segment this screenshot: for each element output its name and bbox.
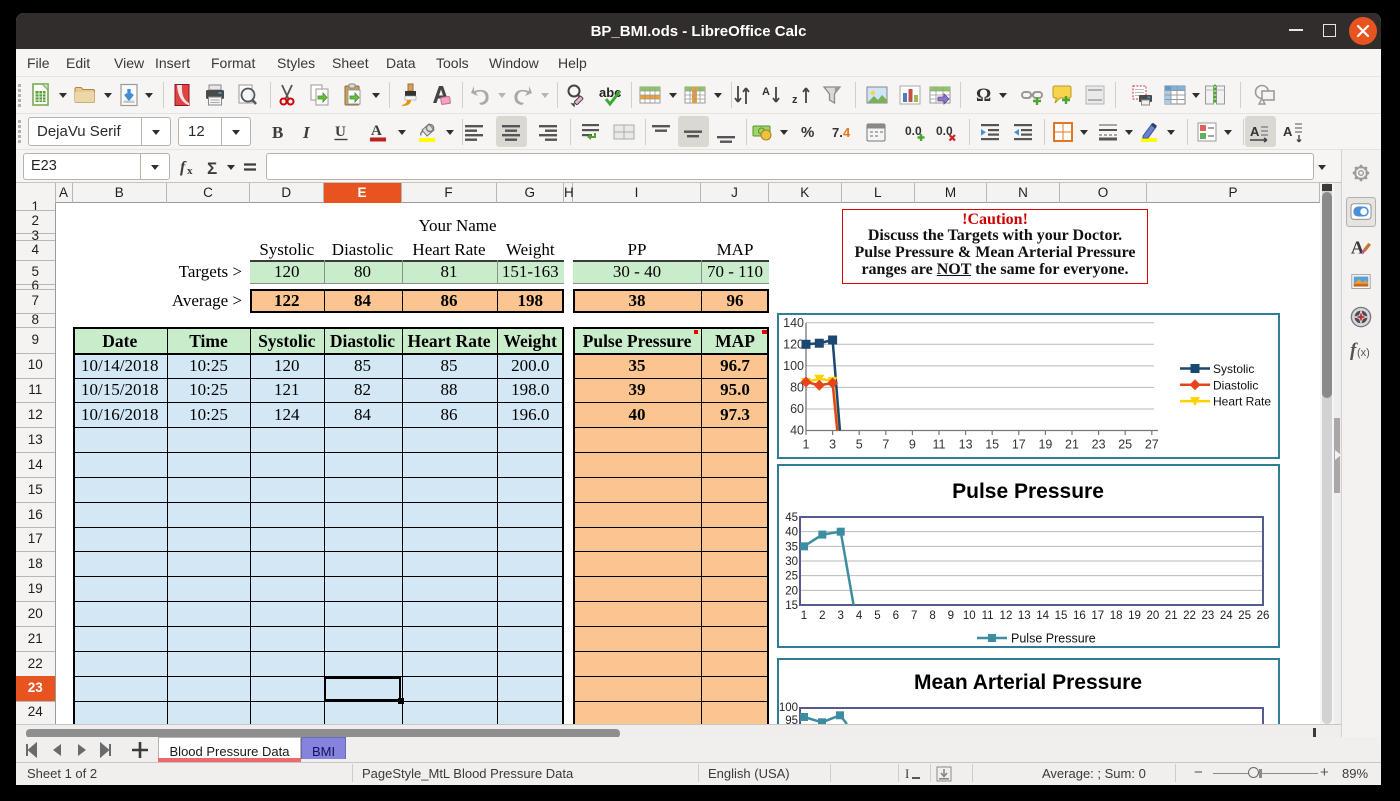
svg-text:Ω: Ω	[976, 85, 991, 106]
svg-text:A: A	[762, 86, 770, 98]
svg-text:Systolic: Systolic	[1213, 362, 1254, 376]
svg-text:15: 15	[985, 438, 999, 452]
svg-text:100: 100	[779, 702, 798, 714]
svg-text:13: 13	[959, 438, 973, 452]
svg-text:12: 12	[1000, 610, 1013, 622]
svg-text:25: 25	[1238, 610, 1251, 622]
svg-text:23: 23	[1202, 610, 1215, 622]
svg-text:Heart Rate: Heart Rate	[1213, 395, 1271, 409]
svg-text:21: 21	[1065, 438, 1079, 452]
svg-text:20: 20	[1146, 610, 1159, 622]
svg-text:3: 3	[838, 610, 844, 622]
svg-text:7: 7	[882, 438, 889, 452]
svg-text:Diastolic: Diastolic	[1213, 378, 1258, 392]
svg-text:z: z	[792, 94, 798, 106]
svg-text:Pulse Pressure: Pulse Pressure	[952, 480, 1104, 503]
svg-text:1: 1	[801, 610, 807, 622]
svg-text:19: 19	[1038, 438, 1052, 452]
svg-text:1: 1	[803, 438, 810, 452]
svg-text:100: 100	[783, 359, 804, 373]
svg-text:4: 4	[856, 610, 863, 622]
svg-text:5: 5	[874, 610, 880, 622]
svg-text:45: 45	[785, 512, 798, 524]
svg-text:11: 11	[933, 438, 946, 452]
svg-text:17: 17	[1091, 610, 1104, 622]
svg-text:25: 25	[785, 571, 798, 583]
svg-text:6: 6	[893, 610, 899, 622]
svg-text:0.0: 0.0	[905, 124, 922, 138]
svg-text:I: I	[302, 123, 311, 142]
svg-text:11: 11	[982, 610, 994, 622]
svg-text:95: 95	[785, 715, 798, 724]
svg-text:30: 30	[785, 556, 798, 568]
svg-text:25: 25	[1118, 438, 1132, 452]
svg-text:Pulse Pressure: Pulse Pressure	[1011, 632, 1096, 646]
svg-text:U: U	[335, 124, 346, 140]
svg-text:A: A	[371, 123, 382, 139]
svg-text:26: 26	[1257, 610, 1270, 622]
svg-text:%: %	[801, 124, 814, 141]
svg-text:140: 140	[783, 316, 804, 330]
svg-text:40: 40	[790, 424, 804, 438]
svg-text:10: 10	[963, 610, 976, 622]
svg-text:16: 16	[1073, 610, 1086, 622]
svg-text:f: f	[180, 159, 187, 176]
svg-text:18: 18	[1110, 610, 1123, 622]
svg-text:5: 5	[856, 438, 863, 452]
svg-text:Σ: Σ	[207, 159, 217, 178]
svg-text:24: 24	[1220, 610, 1233, 622]
svg-text:9: 9	[909, 438, 916, 452]
svg-text:13: 13	[1018, 610, 1031, 622]
svg-text:9: 9	[948, 610, 954, 622]
svg-text:B: B	[272, 123, 283, 142]
svg-text:27: 27	[1145, 438, 1159, 452]
svg-text:19: 19	[1128, 610, 1141, 622]
svg-text:15: 15	[785, 600, 798, 612]
svg-text:4: 4	[843, 125, 851, 140]
svg-text:A: A	[1351, 237, 1365, 257]
svg-text:22: 22	[1183, 610, 1196, 622]
svg-text:A: A	[1250, 124, 1260, 139]
svg-text:7.: 7.	[832, 125, 843, 140]
svg-text:x: x	[187, 165, 193, 177]
svg-text:35: 35	[785, 541, 798, 553]
svg-text:8: 8	[929, 610, 935, 622]
svg-text:14: 14	[1036, 610, 1049, 622]
svg-text:120: 120	[783, 337, 804, 351]
svg-text:21: 21	[1165, 610, 1178, 622]
svg-text:20: 20	[785, 585, 798, 597]
svg-text:3: 3	[829, 438, 836, 452]
svg-text:60: 60	[790, 402, 804, 416]
svg-text:2: 2	[819, 610, 825, 622]
svg-text:40: 40	[785, 527, 798, 539]
svg-text:A: A	[1283, 124, 1293, 139]
svg-text:17: 17	[1012, 438, 1026, 452]
svg-text:7: 7	[911, 610, 917, 622]
svg-text:23: 23	[1092, 438, 1106, 452]
svg-text:Mean Arterial Pressure: Mean Arterial Pressure	[914, 671, 1142, 694]
svg-text:15: 15	[1055, 610, 1068, 622]
